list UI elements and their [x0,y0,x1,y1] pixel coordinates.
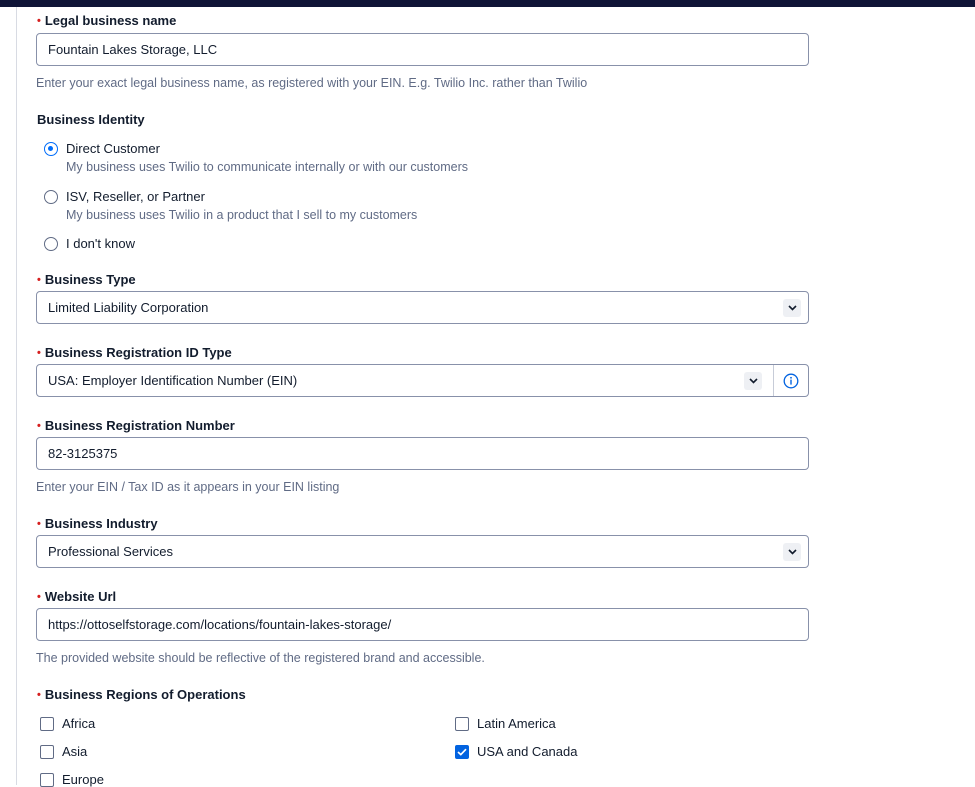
checkbox-checked[interactable] [455,744,469,759]
region-asia[interactable]: Asia [40,744,87,759]
radio-button[interactable] [44,237,58,251]
reg-id-type-label: • Business Registration ID Type [37,345,232,360]
required-marker: • [37,518,41,530]
radio-title: ISV, Reseller, or Partner [66,189,205,204]
legal-name-value: Fountain Lakes Storage, LLC [48,42,218,57]
reg-number-value: 82-3125375 [48,446,118,461]
website-input[interactable]: https://ottoselfstorage.com/locations/fo… [36,608,809,641]
info-icon[interactable] [774,373,808,389]
website-label: • Website Url [37,589,117,604]
required-marker: • [37,274,41,286]
region-africa[interactable]: Africa [40,716,95,731]
website-help: The provided website should be reflectiv… [36,651,485,665]
required-marker: • [37,591,41,603]
required-marker: • [37,15,41,27]
required-marker: • [37,689,41,701]
checkbox[interactable] [40,744,54,759]
legal-name-input[interactable]: Fountain Lakes Storage, LLC [36,33,809,66]
checkbox[interactable] [455,716,469,731]
reg-id-type-value: USA: Employer Identification Number (EIN… [48,373,298,388]
business-type-value: Limited Liability Corporation [48,300,209,315]
reg-id-type-select[interactable]: USA: Employer Identification Number (EIN… [36,364,809,397]
checkbox[interactable] [40,716,54,731]
checkbox-label: USA and Canada [477,744,578,759]
required-marker: • [37,420,41,432]
website-value: https://ottoselfstorage.com/locations/fo… [48,617,392,632]
radio-description: My business uses Twilio in a product tha… [66,208,418,222]
chevron-down-icon[interactable] [744,371,762,390]
radio-isv-reseller-partner[interactable]: ISV, Reseller, or Partner My business us… [44,189,417,222]
industry-value: Professional Services [48,544,173,559]
legal-name-help: Enter your exact legal business name, as… [36,76,588,90]
checkmark-icon [457,748,467,756]
radio-title: Direct Customer [66,141,160,156]
legal-name-label: • Legal business name [37,13,177,28]
checkbox[interactable] [40,772,54,787]
chevron-down-icon[interactable] [783,542,801,561]
radio-dont-know[interactable]: I don't know [44,236,135,251]
industry-label: • Business Industry [37,516,158,531]
business-type-select[interactable]: Limited Liability Corporation [36,291,809,324]
required-marker: • [37,347,41,359]
region-latin-america[interactable]: Latin America [455,716,556,731]
radio-description: My business uses Twilio to communicate i… [66,160,469,174]
reg-number-input[interactable]: 82-3125375 [36,437,809,470]
left-divider [16,7,17,785]
reg-number-label: • Business Registration Number [37,418,235,433]
radio-title: I don't know [66,236,135,251]
checkbox-label: Asia [62,744,88,759]
radio-button-selected[interactable] [44,142,58,156]
region-usa-canada[interactable]: USA and Canada [455,744,577,759]
checkbox-label: Latin America [477,716,556,731]
top-header-bar [0,0,975,7]
business-identity-label: Business Identity [37,112,145,127]
radio-direct-customer[interactable]: Direct Customer My business uses Twilio … [44,141,468,174]
regions-label: • Business Regions of Operations [37,687,246,702]
radio-button[interactable] [44,190,58,204]
checkbox-label: Africa [62,716,96,731]
chevron-down-icon[interactable] [783,298,801,317]
reg-number-help: Enter your EIN / Tax ID as it appears in… [36,480,340,494]
business-type-label: • Business Type [37,272,136,287]
industry-select[interactable]: Professional Services [36,535,809,568]
